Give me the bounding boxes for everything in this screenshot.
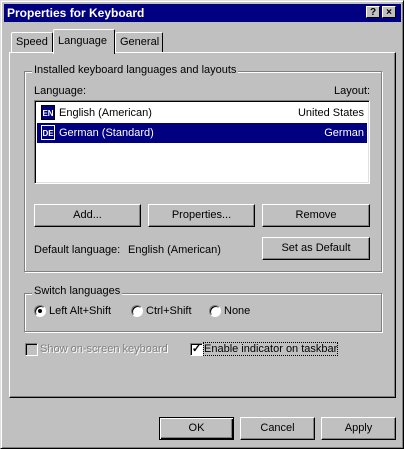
set-as-default-button[interactable]: Set as Default xyxy=(262,237,370,260)
properties-button[interactable]: Properties... xyxy=(148,204,255,227)
switch-languages-group-title: Switch languages xyxy=(32,285,123,297)
installed-languages-group-title: Installed keyboard languages and layouts xyxy=(32,64,239,76)
keyboard-properties-dialog: Properties for Keyboard ? × Speed Langua… xyxy=(0,0,404,449)
left-alt-shift-label[interactable]: Left Alt+Shift xyxy=(49,305,111,317)
ok-button[interactable]: OK xyxy=(159,417,234,440)
apply-button[interactable]: Apply xyxy=(321,417,396,440)
remove-button-label: Remove xyxy=(295,209,337,221)
window-title: Properties for Keyboard xyxy=(7,6,145,20)
cancel-button[interactable]: Cancel xyxy=(240,417,315,440)
enable-indicator-checkbox[interactable]: ✓ xyxy=(190,343,203,356)
none-radio[interactable] xyxy=(209,305,221,317)
layout-column-header: Layout: xyxy=(334,85,371,97)
language-flag-icon: EN xyxy=(41,105,55,120)
ctrl-shift-label[interactable]: Ctrl+Shift xyxy=(146,305,192,317)
language-column-header: Language: xyxy=(34,85,86,97)
cancel-button-label: Cancel xyxy=(260,422,295,434)
ctrl-shift-radio[interactable] xyxy=(131,305,143,317)
show-onscreen-keyboard-checkbox xyxy=(25,343,38,356)
list-item-language: English (American) xyxy=(59,107,152,119)
none-label[interactable]: None xyxy=(224,305,250,317)
radio-selected-dot xyxy=(38,309,42,313)
list-item-language: German (Standard) xyxy=(59,127,154,139)
set-as-default-label: Set as Default xyxy=(281,242,351,254)
add-button-label: Add... xyxy=(73,209,102,221)
enable-indicator-label[interactable]: Enable indicator on taskbar xyxy=(202,342,339,356)
list-item[interactable]: EN English (American) United States xyxy=(37,103,367,123)
properties-button-label: Properties... xyxy=(171,209,232,221)
tab-speed[interactable]: Speed xyxy=(11,32,53,53)
left-alt-shift-radio[interactable] xyxy=(34,305,46,317)
add-button[interactable]: Add... xyxy=(34,204,141,227)
apply-button-label: Apply xyxy=(344,422,373,434)
close-button[interactable]: × xyxy=(382,6,396,18)
language-flag-icon: DE xyxy=(41,125,55,140)
list-item-selected[interactable]: DE German (Standard) German xyxy=(37,123,367,143)
tab-language[interactable]: Language xyxy=(53,29,115,54)
list-item-layout: United States xyxy=(297,107,364,119)
tab-general[interactable]: General xyxy=(115,32,163,53)
default-language-value: English (American) xyxy=(128,244,221,256)
list-item-layout: German xyxy=(324,127,364,139)
help-button[interactable]: ? xyxy=(366,6,380,18)
ok-button-label: OK xyxy=(188,422,205,434)
default-language-label: Default language: xyxy=(34,244,121,256)
show-onscreen-keyboard-label: Show on-screen keyboard xyxy=(40,343,168,355)
title-bar[interactable]: Properties for Keyboard ? × xyxy=(4,4,401,22)
language-list[interactable]: EN English (American) United States DE G… xyxy=(34,100,370,184)
remove-button[interactable]: Remove xyxy=(262,204,370,227)
